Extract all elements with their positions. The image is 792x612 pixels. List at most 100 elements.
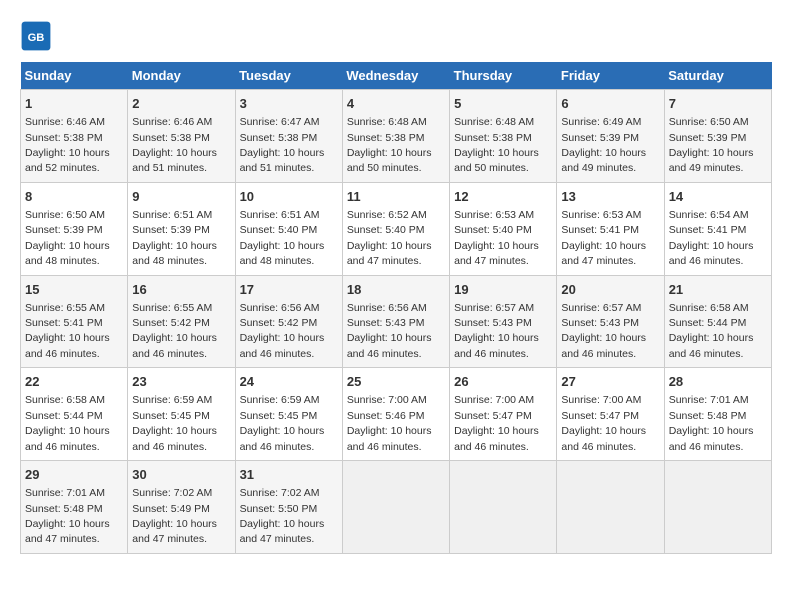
sunrise-info: Sunrise: 6:57 AM (561, 302, 641, 314)
sunset-info: Sunset: 5:47 PM (561, 410, 639, 422)
daylight-minutes: and 46 minutes. (669, 441, 744, 453)
sunrise-info: Sunrise: 6:48 AM (347, 116, 427, 128)
day-header-monday: Monday (128, 62, 235, 90)
daylight-label: Daylight: 10 hours (347, 332, 432, 344)
calendar-week-5: 29Sunrise: 7:01 AMSunset: 5:48 PMDayligh… (21, 461, 772, 554)
daylight-minutes: and 47 minutes. (454, 255, 529, 267)
daylight-minutes: and 50 minutes. (347, 162, 422, 174)
sunset-info: Sunset: 5:45 PM (240, 410, 318, 422)
calendar-table: SundayMondayTuesdayWednesdayThursdayFrid… (20, 62, 772, 554)
day-number: 12 (454, 188, 552, 206)
daylight-label: Daylight: 10 hours (25, 240, 110, 252)
sunrise-info: Sunrise: 6:53 AM (454, 209, 534, 221)
sunset-info: Sunset: 5:38 PM (132, 132, 210, 144)
calendar-cell: 24Sunrise: 6:59 AMSunset: 5:45 PMDayligh… (235, 368, 342, 461)
calendar-cell: 16Sunrise: 6:55 AMSunset: 5:42 PMDayligh… (128, 275, 235, 368)
calendar-cell: 29Sunrise: 7:01 AMSunset: 5:48 PMDayligh… (21, 461, 128, 554)
calendar-cell: 31Sunrise: 7:02 AMSunset: 5:50 PMDayligh… (235, 461, 342, 554)
daylight-minutes: and 51 minutes. (132, 162, 207, 174)
daylight-minutes: and 50 minutes. (454, 162, 529, 174)
day-number: 31 (240, 466, 338, 484)
calendar-cell: 15Sunrise: 6:55 AMSunset: 5:41 PMDayligh… (21, 275, 128, 368)
daylight-label: Daylight: 10 hours (240, 147, 325, 159)
daylight-minutes: and 46 minutes. (669, 255, 744, 267)
sunset-info: Sunset: 5:45 PM (132, 410, 210, 422)
daylight-label: Daylight: 10 hours (669, 240, 754, 252)
sunrise-info: Sunrise: 6:49 AM (561, 116, 641, 128)
sunset-info: Sunset: 5:49 PM (132, 503, 210, 515)
calendar-cell (557, 461, 664, 554)
day-number: 24 (240, 373, 338, 391)
daylight-label: Daylight: 10 hours (132, 425, 217, 437)
day-number: 6 (561, 95, 659, 113)
sunrise-info: Sunrise: 6:54 AM (669, 209, 749, 221)
daylight-label: Daylight: 10 hours (25, 147, 110, 159)
sunrise-info: Sunrise: 6:53 AM (561, 209, 641, 221)
daylight-label: Daylight: 10 hours (240, 240, 325, 252)
sunset-info: Sunset: 5:39 PM (25, 224, 103, 236)
logo-icon: GB (20, 20, 52, 52)
daylight-minutes: and 49 minutes. (669, 162, 744, 174)
day-number: 20 (561, 281, 659, 299)
day-header-thursday: Thursday (450, 62, 557, 90)
calendar-cell: 27Sunrise: 7:00 AMSunset: 5:47 PMDayligh… (557, 368, 664, 461)
sunrise-info: Sunrise: 6:57 AM (454, 302, 534, 314)
sunset-info: Sunset: 5:43 PM (454, 317, 532, 329)
sunrise-info: Sunrise: 6:58 AM (669, 302, 749, 314)
day-number: 16 (132, 281, 230, 299)
daylight-label: Daylight: 10 hours (454, 240, 539, 252)
calendar-cell: 9Sunrise: 6:51 AMSunset: 5:39 PMDaylight… (128, 182, 235, 275)
calendar-cell: 22Sunrise: 6:58 AMSunset: 5:44 PMDayligh… (21, 368, 128, 461)
sunrise-info: Sunrise: 6:46 AM (25, 116, 105, 128)
calendar-cell: 23Sunrise: 6:59 AMSunset: 5:45 PMDayligh… (128, 368, 235, 461)
calendar-cell: 30Sunrise: 7:02 AMSunset: 5:49 PMDayligh… (128, 461, 235, 554)
daylight-label: Daylight: 10 hours (669, 425, 754, 437)
day-number: 10 (240, 188, 338, 206)
daylight-label: Daylight: 10 hours (132, 147, 217, 159)
calendar-cell: 17Sunrise: 6:56 AMSunset: 5:42 PMDayligh… (235, 275, 342, 368)
daylight-label: Daylight: 10 hours (25, 425, 110, 437)
sunset-info: Sunset: 5:41 PM (25, 317, 103, 329)
day-header-tuesday: Tuesday (235, 62, 342, 90)
sunrise-info: Sunrise: 6:55 AM (25, 302, 105, 314)
calendar-cell: 13Sunrise: 6:53 AMSunset: 5:41 PMDayligh… (557, 182, 664, 275)
sunrise-info: Sunrise: 6:52 AM (347, 209, 427, 221)
calendar-cell: 4Sunrise: 6:48 AMSunset: 5:38 PMDaylight… (342, 90, 449, 183)
daylight-minutes: and 47 minutes. (132, 533, 207, 545)
day-number: 29 (25, 466, 123, 484)
daylight-label: Daylight: 10 hours (240, 332, 325, 344)
daylight-minutes: and 46 minutes. (669, 348, 744, 360)
day-number: 11 (347, 188, 445, 206)
day-number: 21 (669, 281, 767, 299)
sunrise-info: Sunrise: 7:00 AM (347, 394, 427, 406)
day-header-saturday: Saturday (664, 62, 771, 90)
sunset-info: Sunset: 5:39 PM (561, 132, 639, 144)
day-number: 27 (561, 373, 659, 391)
sunset-info: Sunset: 5:38 PM (454, 132, 532, 144)
sunset-info: Sunset: 5:48 PM (669, 410, 747, 422)
day-number: 19 (454, 281, 552, 299)
daylight-minutes: and 48 minutes. (132, 255, 207, 267)
sunrise-info: Sunrise: 6:46 AM (132, 116, 212, 128)
day-number: 9 (132, 188, 230, 206)
calendar-cell: 6Sunrise: 6:49 AMSunset: 5:39 PMDaylight… (557, 90, 664, 183)
day-number: 28 (669, 373, 767, 391)
calendar-cell: 20Sunrise: 6:57 AMSunset: 5:43 PMDayligh… (557, 275, 664, 368)
daylight-minutes: and 47 minutes. (25, 533, 100, 545)
daylight-minutes: and 48 minutes. (25, 255, 100, 267)
daylight-minutes: and 47 minutes. (347, 255, 422, 267)
calendar-cell: 18Sunrise: 6:56 AMSunset: 5:43 PMDayligh… (342, 275, 449, 368)
daylight-minutes: and 47 minutes. (561, 255, 636, 267)
calendar-cell: 21Sunrise: 6:58 AMSunset: 5:44 PMDayligh… (664, 275, 771, 368)
daylight-minutes: and 46 minutes. (347, 348, 422, 360)
sunrise-info: Sunrise: 7:00 AM (454, 394, 534, 406)
sunrise-info: Sunrise: 6:58 AM (25, 394, 105, 406)
calendar-cell: 3Sunrise: 6:47 AMSunset: 5:38 PMDaylight… (235, 90, 342, 183)
sunrise-info: Sunrise: 6:56 AM (347, 302, 427, 314)
day-number: 23 (132, 373, 230, 391)
day-number: 25 (347, 373, 445, 391)
daylight-label: Daylight: 10 hours (25, 332, 110, 344)
sunset-info: Sunset: 5:42 PM (132, 317, 210, 329)
calendar-cell: 12Sunrise: 6:53 AMSunset: 5:40 PMDayligh… (450, 182, 557, 275)
day-number: 13 (561, 188, 659, 206)
